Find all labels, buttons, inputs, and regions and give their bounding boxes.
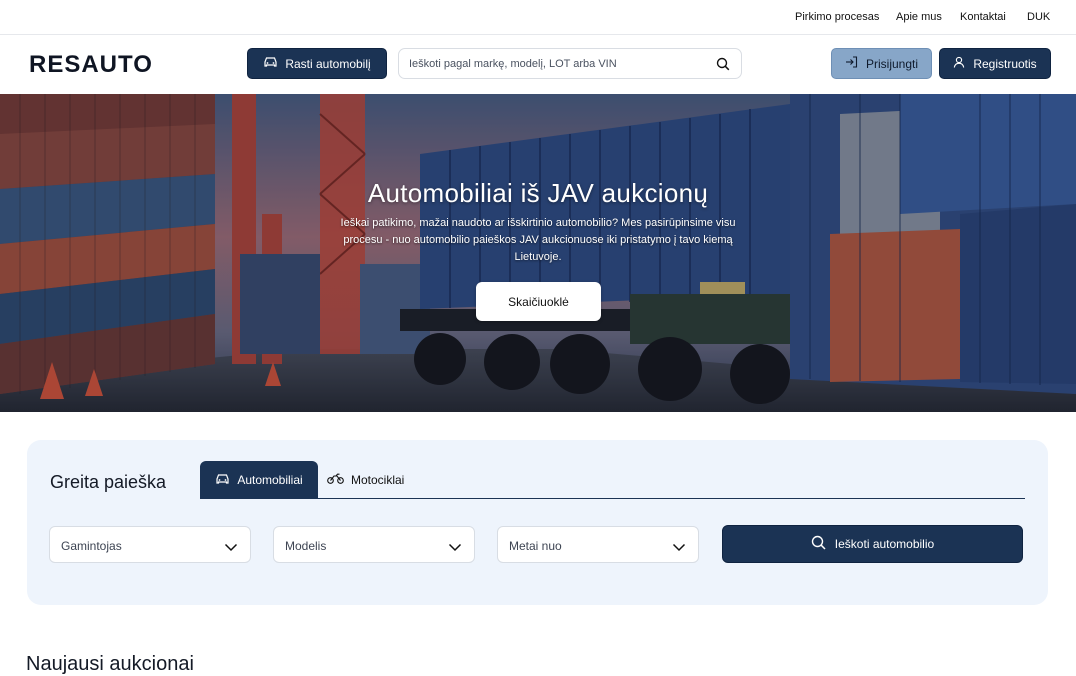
motorcycle-icon [327, 473, 344, 487]
find-car-button[interactable]: Rasti automobilį [247, 48, 387, 79]
top-utility-bar: Pirkimo procesas Apie mus Kontaktai DUK [0, 0, 1076, 35]
logo[interactable]: RESAUTO [29, 51, 153, 79]
hero-description: Ieškai patikimo, mažai naudoto ar išskir… [340, 217, 736, 263]
login-label: Prisijungti [865, 56, 919, 71]
main-header: RESAUTO Rasti automobilį Prisijungti Reg… [0, 35, 1076, 94]
chevron-down-icon [448, 539, 462, 557]
search-icon[interactable] [716, 57, 730, 76]
nav-link-about[interactable]: Apie mus [896, 11, 942, 23]
hero-banner: Automobiliai iš JAV aukcionų Ieškai pati… [0, 94, 1076, 412]
search-icon [811, 535, 826, 553]
search-cars-button[interactable]: Ieškoti automobilio [722, 525, 1023, 563]
quick-search-title: Greita paieška [50, 472, 167, 492]
search-input[interactable] [409, 55, 709, 73]
manufacturer-select[interactable]: Gamintojas [49, 526, 251, 563]
tab-motorcycles[interactable]: Motociklai [327, 461, 437, 499]
register-button[interactable]: Registruotis [939, 48, 1051, 79]
nav-link-faq[interactable]: DUK [1027, 11, 1050, 23]
nav-link-contacts[interactable]: Kontaktai [960, 11, 1006, 23]
calculator-button[interactable]: Skaičiuoklė [476, 282, 601, 321]
search-box[interactable] [398, 48, 742, 79]
model-select-value: Modelis [285, 539, 327, 553]
chevron-down-icon [672, 539, 686, 557]
nav-link-purchase-process[interactable]: Pirkimo procesas [795, 11, 879, 23]
find-car-label: Rasti automobilį [285, 56, 371, 71]
tab-cars[interactable]: Automobiliai [200, 461, 318, 499]
login-icon [845, 56, 858, 71]
chevron-down-icon [224, 539, 238, 557]
year-from-select[interactable]: Metai nuo [497, 526, 699, 563]
login-button[interactable]: Prisijungti [831, 48, 932, 79]
user-icon [953, 56, 965, 71]
hero-title: Automobiliai iš JAV aukcionų [367, 178, 709, 208]
latest-auctions-title: Naujausi aukcionai [26, 653, 194, 675]
tab-motorcycles-label: Motociklai [351, 473, 405, 487]
register-label: Registruotis [973, 56, 1037, 71]
year-from-select-value: Metai nuo [509, 539, 562, 553]
car-icon [263, 56, 278, 71]
quick-search-panel: Greita paieška Automobiliai Motociklai G… [27, 440, 1048, 605]
search-cars-label: Ieškoti automobilio [834, 537, 935, 551]
car-icon [215, 473, 230, 488]
tab-cars-label: Automobiliai [237, 473, 303, 487]
model-select[interactable]: Modelis [273, 526, 475, 563]
tabs-underline [200, 498, 1025, 499]
manufacturer-select-value: Gamintojas [61, 539, 122, 553]
